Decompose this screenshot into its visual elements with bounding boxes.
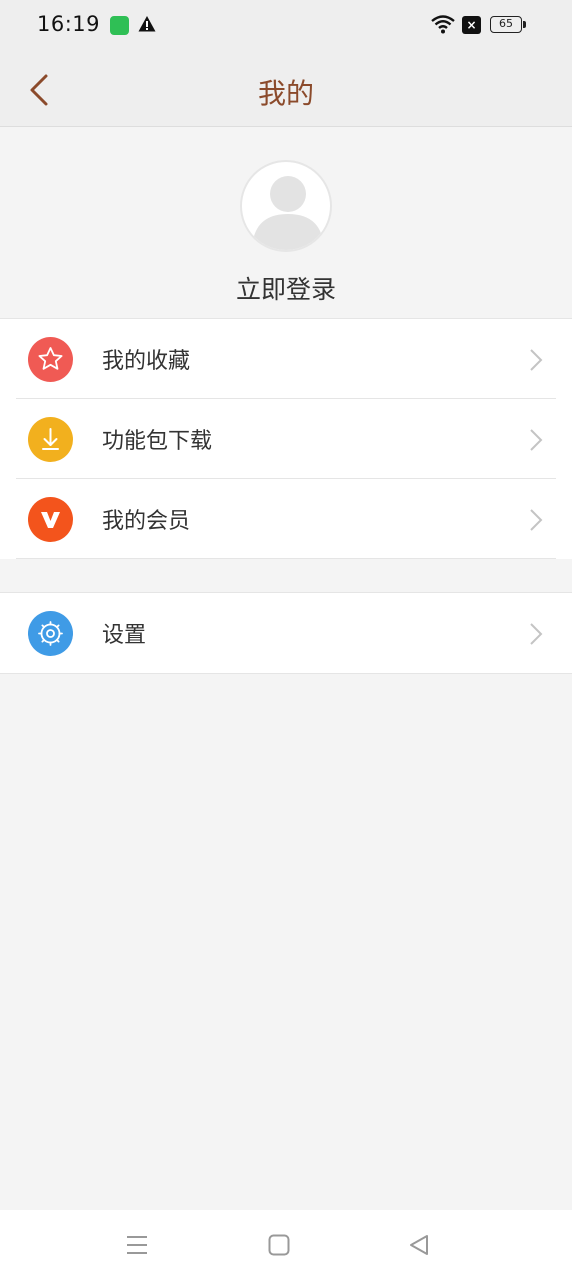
- default-avatar-icon[interactable]: [240, 160, 332, 252]
- vip-icon: [28, 497, 73, 542]
- menu-list: 我的收藏 功能包下载 我的会员: [0, 318, 572, 559]
- chevron-right-icon: [530, 509, 543, 531]
- menu-item-download[interactable]: 功能包下载: [0, 399, 572, 479]
- settings-list: 设置: [0, 592, 572, 674]
- menu-icon[interactable]: [124, 1232, 150, 1258]
- screen: 16:19 × 65 我的 立即登录 我的收藏 功能包下载 我的会员 设置: [0, 0, 572, 1280]
- menu-label: 我的收藏: [102, 349, 191, 374]
- back-triangle-icon[interactable]: [406, 1232, 432, 1258]
- home-icon[interactable]: [266, 1232, 292, 1258]
- page-title: 我的: [257, 77, 314, 110]
- profile-section: 立即登录: [0, 128, 572, 318]
- sim-x-icon: ×: [462, 16, 481, 34]
- menu-item-favorites[interactable]: 我的收藏: [0, 319, 572, 399]
- download-icon: [28, 417, 73, 462]
- wifi-icon: [431, 15, 455, 34]
- chevron-right-icon: [530, 349, 543, 371]
- star-icon: [28, 337, 73, 382]
- menu-label: 设置: [102, 623, 147, 648]
- chevron-right-icon: [530, 429, 543, 451]
- title-bar: 我的: [0, 52, 572, 127]
- app-notification-icon: [110, 16, 129, 35]
- status-time: 16:19: [37, 12, 101, 36]
- battery-icon: 65: [490, 16, 526, 33]
- login-link[interactable]: 立即登录: [0, 270, 572, 306]
- menu-label: 功能包下载: [102, 429, 213, 454]
- warning-icon: [138, 16, 156, 32]
- chevron-right-icon: [530, 623, 543, 645]
- gear-icon: [28, 611, 73, 656]
- menu-label: 我的会员: [102, 509, 191, 534]
- status-bar: 16:19 × 65: [0, 0, 572, 52]
- menu-item-membership[interactable]: 我的会员: [0, 479, 572, 559]
- system-nav-bar: [0, 1210, 572, 1280]
- menu-item-settings[interactable]: 设置: [0, 593, 572, 673]
